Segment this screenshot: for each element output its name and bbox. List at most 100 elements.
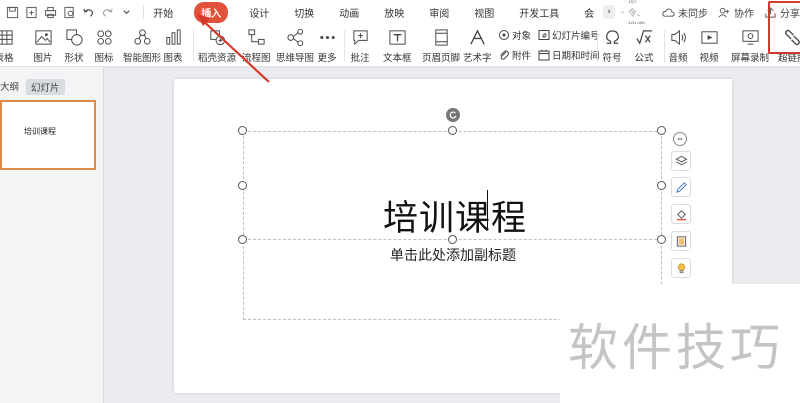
cloud-icon [662, 8, 675, 17]
undo-icon[interactable] [82, 5, 95, 19]
slide-thumbnail[interactable]: 培训课程 [0, 100, 96, 170]
sync-button[interactable]: 未同步 [662, 5, 708, 20]
slide-subtitle[interactable]: 单击此处添加副标题 [390, 245, 516, 265]
header-footer-button[interactable]: 页眉页脚 [422, 24, 460, 67]
print-icon[interactable] [44, 5, 57, 19]
shape-icon [64, 27, 84, 47]
layers-tool[interactable] [671, 151, 691, 171]
comment-label: 批注 [350, 53, 370, 64]
object-button[interactable]: 对象 [498, 28, 531, 42]
lightbulb-icon [677, 262, 685, 273]
mindmap-label: 思维导图 [276, 53, 315, 64]
more-tabs-button[interactable]: › [603, 5, 616, 19]
collapse-toolbar-icon[interactable] [673, 132, 687, 146]
symbol-button[interactable]: 符号 [602, 24, 622, 67]
textbox-icon [387, 27, 407, 47]
formula-label: 公式 [634, 53, 654, 64]
tab-slides[interactable]: 幻灯片 [26, 79, 65, 95]
slide-number-button[interactable]: # 幻灯片编号 [538, 28, 600, 42]
comment-button[interactable]: 批注 [350, 24, 370, 67]
shape-label: 形状 [64, 53, 84, 64]
flowchart-label: 流程图 [242, 53, 271, 64]
ribbon-divider [664, 30, 665, 62]
speaker-icon [668, 27, 688, 47]
smartart-button[interactable]: 智能图形 [123, 24, 161, 67]
ribbon-divider [193, 30, 194, 62]
datetime-button[interactable]: 日期和时间 [538, 48, 600, 62]
smartart-label: 智能图形 [123, 53, 162, 64]
header-footer-label: 页眉页脚 [422, 53, 461, 64]
video-label: 视频 [699, 53, 719, 64]
export-pdf-icon[interactable] [25, 5, 38, 19]
tab-transition[interactable]: 切换 [290, 3, 318, 22]
tab-animation[interactable]: 动画 [335, 3, 363, 22]
icon-library-icon [94, 27, 114, 47]
tab-developer[interactable]: 开发工具 [515, 3, 563, 22]
print-preview-icon[interactable] [63, 5, 76, 19]
idea-tool[interactable] [671, 258, 691, 278]
table-label: 表格 [0, 53, 14, 64]
rotate-handle-icon[interactable] [446, 108, 460, 122]
resize-handle[interactable] [238, 235, 247, 244]
fill-tool[interactable] [671, 204, 691, 224]
save-icon[interactable] [6, 5, 19, 19]
flowchart-button[interactable]: 流程图 [242, 24, 271, 67]
collaborate-button[interactable]: 协作 [718, 5, 754, 20]
calendar-icon [538, 50, 550, 61]
slide-title[interactable]: 培训课程 [383, 190, 527, 241]
sync-label: 未同步 [678, 8, 708, 20]
more-label: 更多 [317, 53, 337, 64]
tab-insert[interactable]: 插入 [194, 1, 229, 23]
wordart-label: 艺术字 [463, 53, 492, 64]
picture-label: 图片 [33, 53, 53, 64]
menu-tabs: 开始 插入 设计 切换 动画 放映 审阅 视图 开发工具 会 › [149, 0, 621, 24]
datetime-label: 日期和时间 [552, 51, 600, 62]
picture-button[interactable]: 图片 [33, 24, 53, 67]
customize-toolbar-icon[interactable] [120, 5, 133, 19]
resize-handle[interactable] [657, 235, 666, 244]
textbox-button[interactable]: 文本框 [383, 24, 412, 67]
icon-library-button[interactable]: 图标 [94, 24, 114, 67]
svg-text:#: # [542, 32, 548, 40]
collaborate-label: 协作 [734, 8, 754, 20]
docer-resources-button[interactable]: 稻壳资源 [198, 24, 236, 67]
tab-home[interactable]: 开始 [149, 3, 177, 22]
ribbon-insert: 表格 图片 形状 图标 智能图形 图表 稻壳资源 流程图 思维导图 更多 批注 [0, 24, 800, 67]
more-insert-button[interactable]: 更多 [317, 24, 337, 67]
pen-tool[interactable] [671, 177, 691, 197]
resize-handle[interactable] [657, 181, 666, 190]
object-label: 对象 [512, 31, 532, 42]
fill-bucket-icon [676, 209, 686, 220]
redo-icon[interactable] [101, 5, 114, 19]
icon-library-label: 图标 [94, 53, 114, 64]
resize-handle[interactable] [448, 126, 457, 135]
attachment-button[interactable]: 附件 [498, 48, 531, 62]
shape-button[interactable]: 形状 [64, 24, 84, 67]
border-tool[interactable] [671, 231, 691, 251]
tab-design[interactable]: 设计 [245, 3, 273, 22]
chart-button[interactable]: 图表 [163, 24, 183, 67]
smartart-icon [132, 27, 152, 47]
resize-handle[interactable] [238, 181, 247, 190]
search-icon [621, 10, 625, 14]
pen-icon [675, 181, 687, 193]
mindmap-button[interactable]: 思维导图 [276, 24, 314, 67]
ribbon-divider [597, 30, 598, 62]
tab-slideshow[interactable]: 放映 [380, 3, 408, 22]
tab-member[interactable]: 会 [580, 3, 598, 22]
layers-icon [674, 155, 688, 165]
resize-handle[interactable] [238, 126, 247, 135]
tab-view[interactable]: 视图 [470, 3, 498, 22]
formula-button[interactable]: 公式 [634, 24, 654, 67]
video-button[interactable]: 视频 [699, 24, 719, 67]
wordart-button[interactable]: 艺术字 [463, 24, 492, 67]
picture-icon [33, 27, 53, 47]
comment-icon [350, 27, 370, 47]
resize-handle[interactable] [657, 126, 666, 135]
screen-record-button[interactable]: 屏幕录制 [731, 24, 769, 67]
text-cursor [487, 190, 488, 228]
tab-review[interactable]: 审阅 [425, 3, 453, 22]
table-button[interactable]: 表格 [0, 24, 14, 67]
audio-button[interactable]: 音频 [668, 24, 688, 67]
tab-outline[interactable]: 大纲 [0, 79, 19, 93]
